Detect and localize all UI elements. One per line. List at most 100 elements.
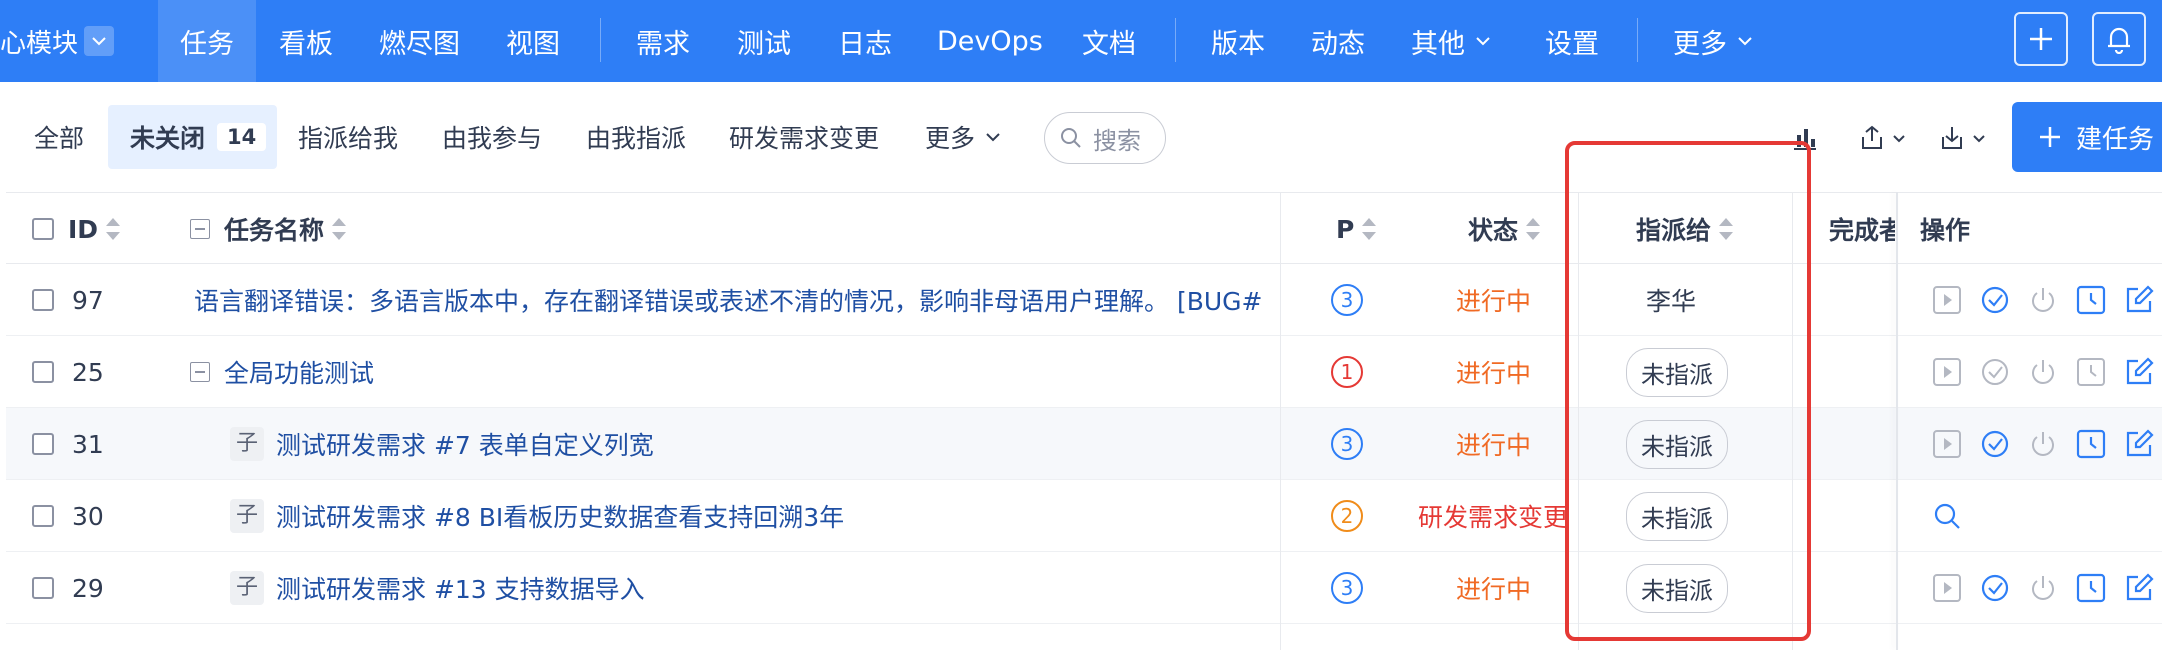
- bell-icon: [2108, 27, 2130, 54]
- chevron-down-icon: [986, 133, 1000, 142]
- finish-icon[interactable]: [1978, 571, 2012, 605]
- search-placeholder: 搜索: [1093, 126, 1141, 155]
- chevron-down-icon: [1973, 134, 1985, 142]
- task-table: ID 任务名称 P 状态 指派给 完成者 操作 97 语言翻译错误：多语言版本中…: [6, 192, 2162, 650]
- header-finished-by[interactable]: 完成者: [1829, 193, 1895, 265]
- nav-separator: [1637, 18, 1638, 62]
- nav-settings[interactable]: 设置: [1545, 0, 1599, 82]
- sort-icon[interactable]: [106, 218, 121, 240]
- collapse-icon[interactable]: [190, 362, 210, 382]
- sort-icon[interactable]: [332, 218, 347, 240]
- finish-icon[interactable]: [1978, 355, 2012, 389]
- status-text: 进行中: [1456, 287, 1532, 316]
- priority-badge: 2: [1331, 480, 1363, 552]
- finish-icon[interactable]: [1978, 427, 2012, 461]
- task-name-link[interactable]: 子测试研发需求 #13 支持数据导入: [230, 552, 1280, 624]
- nav-tasks[interactable]: 任务: [158, 0, 256, 82]
- module-switcher[interactable]: 心模块: [0, 0, 115, 82]
- table-header: ID 任务名称 P 状态 指派给 完成者 操作: [6, 192, 2162, 264]
- edit-icon[interactable]: [2122, 283, 2156, 317]
- clock-icon[interactable]: [2074, 427, 2108, 461]
- edit-icon[interactable]: [2122, 355, 2156, 389]
- close-icon[interactable]: [2026, 571, 2060, 605]
- filter-all[interactable]: 全部: [34, 105, 84, 169]
- filter-assigned-by-me[interactable]: 由我指派: [586, 105, 686, 169]
- table-row[interactable]: 97 语言翻译错误：多语言版本中，存在翻译错误或表述不清的情况，影响非母语用户理…: [6, 264, 2162, 336]
- create-task-button[interactable]: 建任务: [2012, 102, 2162, 172]
- nav-activity[interactable]: 动态: [1311, 0, 1365, 82]
- row-checkbox[interactable]: [32, 433, 54, 455]
- row-id: 29: [32, 552, 104, 624]
- collapse-all-icon[interactable]: [190, 219, 210, 239]
- row-id: 31: [32, 408, 104, 480]
- filter-more[interactable]: 更多: [925, 105, 1001, 169]
- filter-rd-change[interactable]: 研发需求变更: [729, 105, 879, 169]
- export-icon: [1862, 125, 1882, 149]
- search-icon[interactable]: [1930, 499, 1964, 533]
- highlight-box: [1565, 141, 1811, 641]
- nav-requirements[interactable]: 需求: [636, 0, 690, 82]
- nav-other[interactable]: 其他: [1411, 0, 1491, 82]
- start-icon[interactable]: [1930, 571, 1964, 605]
- row-actions: [1930, 480, 1978, 552]
- export-button[interactable]: [1858, 118, 1906, 158]
- start-icon[interactable]: [1930, 283, 1964, 317]
- finish-icon[interactable]: [1978, 283, 2012, 317]
- header-priority[interactable]: P: [1336, 193, 1377, 265]
- nav-version[interactable]: 版本: [1211, 0, 1265, 82]
- nav-devops[interactable]: DevOps: [937, 0, 1043, 82]
- clock-icon[interactable]: [2074, 571, 2108, 605]
- filter-involved[interactable]: 由我参与: [442, 105, 542, 169]
- chevron-down-icon[interactable]: [84, 26, 115, 56]
- sort-icon[interactable]: [1526, 218, 1541, 240]
- close-icon[interactable]: [2026, 283, 2060, 317]
- header-name[interactable]: 任务名称: [190, 193, 347, 265]
- nav-testing[interactable]: 测试: [737, 0, 791, 82]
- task-name-link[interactable]: 子测试研发需求 #8 BI看板历史数据查看支持回溯3年: [230, 480, 1280, 552]
- subtask-tag: 子: [230, 571, 264, 605]
- filter-unclosed[interactable]: 未关闭 14: [108, 105, 277, 169]
- header-status[interactable]: 状态: [1468, 193, 1541, 265]
- nav-burndown[interactable]: 燃尽图: [379, 0, 460, 82]
- row-checkbox[interactable]: [32, 361, 54, 383]
- close-icon[interactable]: [2026, 427, 2060, 461]
- clock-icon[interactable]: [2074, 355, 2108, 389]
- search-box[interactable]: 搜索: [1044, 112, 1166, 164]
- filter-assigned-to-me[interactable]: 指派给我: [298, 105, 398, 169]
- clock-icon[interactable]: [2074, 283, 2108, 317]
- table-row[interactable]: 29 子测试研发需求 #13 支持数据导入 3 进行中 未指派: [6, 552, 2162, 624]
- nav-view[interactable]: 视图: [506, 0, 560, 82]
- nav-docs[interactable]: 文档: [1082, 0, 1136, 82]
- table-row[interactable]: [6, 624, 2162, 650]
- notification-button[interactable]: [2092, 12, 2146, 66]
- row-checkbox[interactable]: [32, 289, 54, 311]
- edit-icon[interactable]: [2122, 571, 2156, 605]
- nav-log[interactable]: 日志: [838, 0, 892, 82]
- table-row[interactable]: 30 子测试研发需求 #8 BI看板历史数据查看支持回溯3年 2 研发需求变更 …: [6, 480, 2162, 552]
- start-icon[interactable]: [1930, 427, 1964, 461]
- nav-board[interactable]: 看板: [279, 0, 333, 82]
- header-id[interactable]: ID: [32, 193, 121, 265]
- select-all-checkbox[interactable]: [32, 218, 54, 240]
- column-divider: [1280, 192, 1281, 650]
- add-button[interactable]: [2014, 12, 2068, 66]
- task-name-link[interactable]: 全局功能测试: [190, 336, 1280, 408]
- sort-icon[interactable]: [1362, 218, 1377, 240]
- chevron-down-icon: [1476, 37, 1490, 46]
- import-button[interactable]: [1938, 118, 1986, 158]
- module-name: 心模块: [0, 28, 79, 59]
- table-row[interactable]: 25 全局功能测试 1 进行中 未指派: [6, 336, 2162, 408]
- task-name-link[interactable]: 语言翻译错误：多语言版本中，存在翻译错误或表述不清的情况，影响非母语用户理解。 …: [194, 264, 1284, 336]
- task-name-link[interactable]: 子测试研发需求 #7 表单自定义列宽: [230, 408, 1280, 480]
- row-checkbox[interactable]: [32, 577, 54, 599]
- nav-more[interactable]: 更多: [1673, 0, 1753, 82]
- search-icon: [1061, 128, 1081, 148]
- row-id: 97: [32, 264, 104, 336]
- row-checkbox[interactable]: [32, 505, 54, 527]
- priority-badge: 3: [1331, 264, 1363, 336]
- edit-icon[interactable]: [2122, 427, 2156, 461]
- close-icon[interactable]: [2026, 355, 2060, 389]
- table-row[interactable]: 31 子测试研发需求 #7 表单自定义列宽 3 进行中 未指派: [6, 408, 2162, 480]
- fixed-column-shadow: [1896, 192, 1898, 650]
- start-icon[interactable]: [1930, 355, 1964, 389]
